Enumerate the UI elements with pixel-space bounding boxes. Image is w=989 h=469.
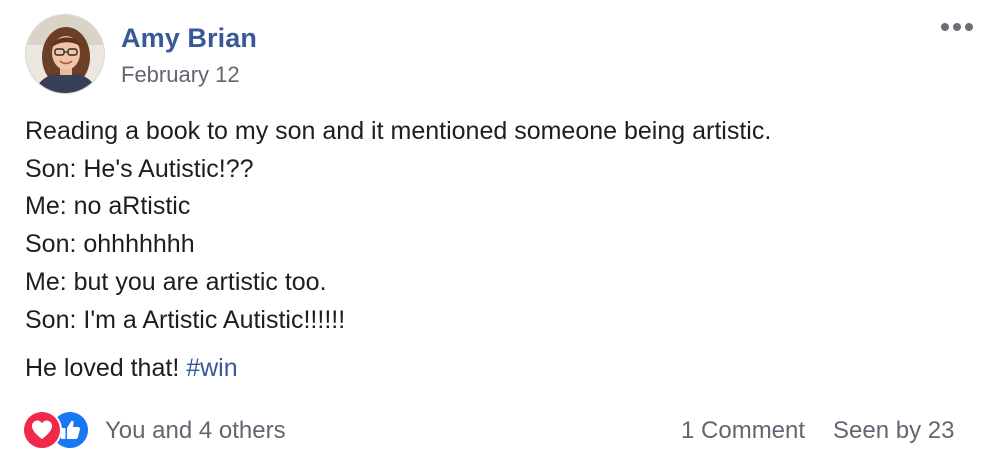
comments-count-link[interactable]: 1 Comment bbox=[681, 414, 805, 448]
hashtag-link[interactable]: #win bbox=[186, 354, 237, 382]
post-date[interactable]: February 12 bbox=[121, 60, 240, 90]
reactions-summary[interactable]: You and 4 others bbox=[105, 414, 286, 448]
post-text-line: Me: but you are artistic too. bbox=[25, 267, 327, 296]
post-body: Reading a book to my son and it mentione… bbox=[25, 113, 965, 339]
post-text-line: Reading a book to my son and it mentione… bbox=[25, 117, 772, 145]
more-options-button[interactable] bbox=[937, 14, 977, 40]
post-text-line: Me: no aRtistic bbox=[25, 192, 191, 221]
post-text-line: Son: I'm a Artistic Autistic!!!!!! bbox=[25, 305, 346, 334]
love-icon bbox=[22, 410, 62, 450]
author-avatar[interactable] bbox=[25, 14, 105, 94]
profile-photo bbox=[26, 15, 104, 93]
post-closing-line: He loved that! #win bbox=[25, 350, 238, 387]
seen-by-count[interactable]: Seen by 23 bbox=[833, 414, 954, 448]
post-text-line: Son: ohhhhhhh bbox=[25, 230, 195, 259]
post-text-line: Son: He's Autistic!?? bbox=[25, 154, 254, 183]
post-closing-text: He loved that! bbox=[25, 354, 187, 382]
author-name[interactable]: Amy Brian bbox=[121, 20, 257, 56]
